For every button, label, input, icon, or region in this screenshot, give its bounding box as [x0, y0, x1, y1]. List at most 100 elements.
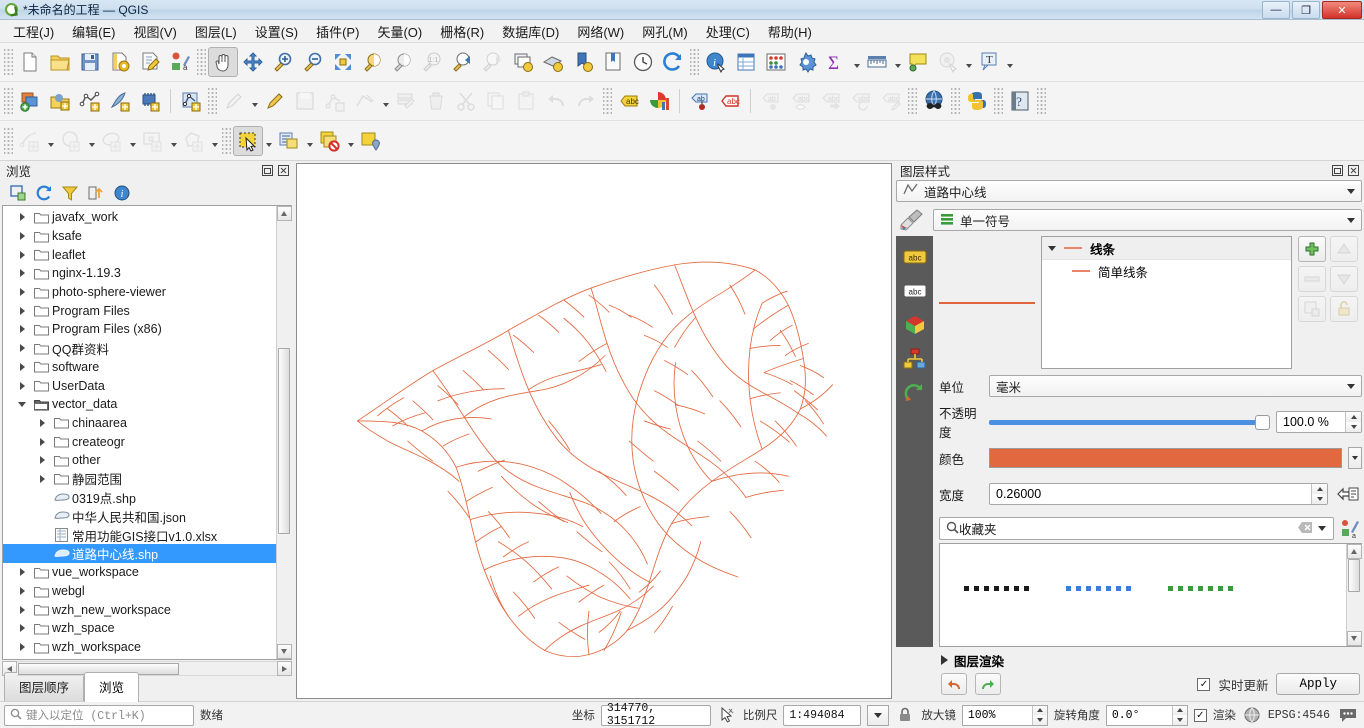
menu-processing[interactable]: 处理(C)	[697, 19, 759, 44]
add-favourite-icon[interactable]	[6, 182, 30, 204]
magnifier-spin-buttons[interactable]	[1031, 705, 1047, 725]
new-project-icon[interactable]	[15, 47, 45, 77]
style-manager-icon[interactable]: a	[165, 47, 195, 77]
current-edits-icon[interactable]	[219, 86, 249, 116]
expand-toggle-icon[interactable]	[13, 362, 31, 371]
color-swatch-button[interactable]	[989, 448, 1342, 468]
menu-project[interactable]: 工程(J)	[4, 19, 63, 44]
show-spatial-bookmarks-icon[interactable]	[933, 47, 963, 77]
spin-up-icon[interactable]	[1172, 705, 1187, 715]
minimize-button[interactable]: —	[1262, 1, 1290, 19]
open-attribute-table-icon[interactable]	[731, 47, 761, 77]
apply-button[interactable]: Apply	[1276, 673, 1360, 695]
layer-rendering-section[interactable]: 图层渲染	[898, 649, 1360, 671]
opacity-slider[interactable]	[989, 412, 1270, 432]
tree-row-photo-sphere-viewer[interactable]: photo-sphere-viewer	[3, 283, 276, 302]
expand-toggle-icon[interactable]	[13, 250, 31, 259]
digitize-circle-icon[interactable]	[56, 126, 86, 156]
select-by-expression-icon[interactable]	[274, 126, 304, 156]
select-dropdown-arrow-icon[interactable]	[263, 126, 274, 156]
toolbar-handle[interactable]	[603, 88, 612, 114]
expand-toggle-icon[interactable]	[33, 456, 51, 465]
menu-database[interactable]: 数据库(D)	[493, 19, 568, 44]
measure-dropdown-arrow-icon[interactable]	[892, 47, 903, 77]
expand-toggle-icon[interactable]	[13, 568, 31, 577]
undo-icon[interactable]	[541, 86, 571, 116]
width-spinbox[interactable]: 0.26000	[989, 483, 1328, 505]
menu-help[interactable]: 帮助(H)	[759, 19, 821, 44]
tree-row-jingyuan-fanwei[interactable]: 静园范围	[3, 470, 276, 489]
menu-vector[interactable]: 矢量(O)	[368, 19, 431, 44]
tree-row-vue-workspace[interactable]: vue_workspace	[3, 563, 276, 582]
close-icon[interactable]	[276, 164, 290, 178]
expand-toggle-icon[interactable]	[13, 213, 31, 222]
expand-toggle-icon[interactable]	[13, 605, 31, 614]
add-vector-layer-icon[interactable]	[15, 86, 45, 116]
change-label-icon[interactable]: abc	[876, 86, 906, 116]
browser-vertical-scrollbar[interactable]	[276, 206, 292, 659]
new-3d-map-view-icon[interactable]	[538, 47, 568, 77]
chevron-down-icon[interactable]	[1313, 519, 1330, 539]
scale-value[interactable]: 1:494084	[783, 704, 862, 726]
lock-scale-icon[interactable]	[895, 707, 915, 723]
pin-labels-icon[interactable]: ab	[685, 86, 715, 116]
coordinate-value[interactable]: 314770, 3151712	[600, 702, 711, 728]
spin-up-icon[interactable]	[1346, 412, 1361, 422]
new-map-view-icon[interactable]	[508, 47, 538, 77]
tree-row-ksafe[interactable]: ksafe	[3, 227, 276, 246]
toolbar-handle[interactable]	[4, 127, 13, 154]
measure-line-icon[interactable]	[862, 47, 892, 77]
expand-toggle-icon[interactable]	[33, 474, 51, 483]
close-button[interactable]: ✕	[1322, 1, 1362, 19]
new-text-annotation-icon[interactable]: T	[974, 47, 1004, 77]
rotation-spinbox[interactable]: 0.0°	[1105, 704, 1188, 726]
vertex-dropdown-arrow-icon[interactable]	[380, 86, 391, 116]
live-update-checkbox[interactable]: ✓	[1197, 677, 1211, 691]
sum-expression-icon[interactable]: Σ	[821, 47, 851, 77]
add-virtual-layer-icon[interactable]	[176, 86, 206, 116]
sum-dropdown-arrow-icon[interactable]	[851, 47, 862, 77]
labels-tab[interactable]: abc	[899, 244, 930, 270]
digitize-line-icon[interactable]	[15, 126, 45, 156]
scroll-track[interactable]	[276, 221, 292, 644]
toolbar-handle[interactable]	[208, 88, 217, 114]
zoom-last-icon[interactable]	[448, 47, 478, 77]
tab-browser[interactable]: 浏览	[84, 672, 140, 702]
scroll-up-button[interactable]	[276, 206, 292, 221]
move-label-icon[interactable]: ab	[756, 86, 786, 116]
toolbar-handle[interactable]	[197, 49, 206, 75]
clear-icon[interactable]	[1297, 521, 1313, 537]
symbol-child-row[interactable]: 简单线条	[1042, 260, 1291, 282]
symbol-gallery[interactable]	[939, 543, 1362, 647]
menu-mesh[interactable]: 网孔(M)	[633, 19, 697, 44]
zoom-in-icon[interactable]	[268, 47, 298, 77]
data-defined-override-icon[interactable]	[1334, 484, 1362, 504]
menu-edit[interactable]: 编辑(E)	[63, 19, 124, 44]
browser-tree[interactable]: javafx_work ksafe leaflet nginx-1.19.3 p…	[3, 206, 276, 659]
expand-toggle-icon[interactable]	[13, 306, 31, 315]
statistical-summary-icon[interactable]	[761, 47, 791, 77]
zoom-full-icon[interactable]	[328, 47, 358, 77]
tab-layer-order[interactable]: 图层顺序	[4, 672, 85, 701]
opacity-spin-buttons[interactable]	[1345, 412, 1361, 432]
highlight-labels-icon[interactable]: abc	[715, 86, 745, 116]
tree-row-china-json[interactable]: 中华人民共和国.json	[3, 507, 276, 526]
menu-web[interactable]: 网络(W)	[568, 19, 633, 44]
chevron-down-icon[interactable]	[1342, 376, 1359, 396]
style-manager-icon[interactable]: a	[1338, 519, 1362, 539]
mouse-coordinate-icon[interactable]	[717, 706, 737, 724]
close-icon[interactable]	[1346, 164, 1360, 178]
symbol-root-row[interactable]: 线条	[1042, 237, 1291, 260]
locator-input[interactable]: 键入以定位 (Ctrl+K)	[4, 704, 194, 726]
delete-selected-icon[interactable]	[421, 86, 451, 116]
expand-toggle-icon[interactable]	[13, 587, 31, 596]
scroll-down-button[interactable]	[1346, 631, 1362, 646]
select-value-icon[interactable]	[356, 126, 386, 156]
scroll-thumb[interactable]	[277, 347, 290, 534]
spin-down-icon[interactable]	[1172, 715, 1187, 725]
scroll-right-button[interactable]	[277, 661, 292, 676]
tree-row-webgl[interactable]: webgl	[3, 582, 276, 601]
vertex-tool-icon[interactable]	[350, 86, 380, 116]
copy-features-icon[interactable]	[481, 86, 511, 116]
expand-toggle-icon[interactable]	[13, 288, 31, 297]
